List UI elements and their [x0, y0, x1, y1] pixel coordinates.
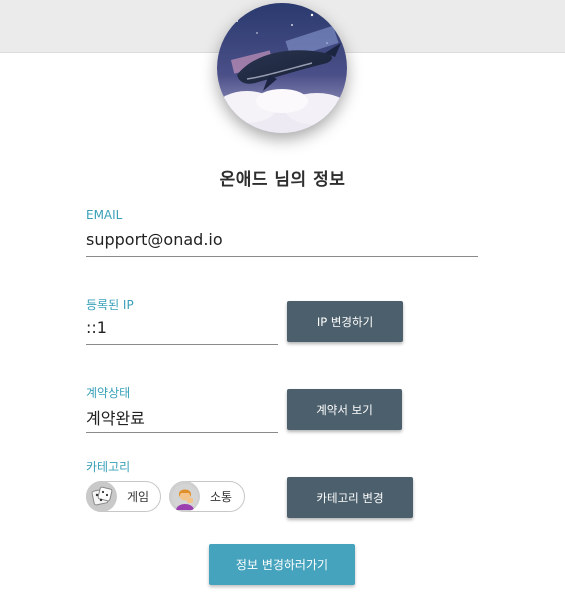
profile-avatar [217, 3, 347, 133]
view-contract-button[interactable]: 계약서 보기 [287, 389, 402, 430]
contract-value: 계약완료 [86, 409, 145, 428]
email-underline [86, 256, 478, 257]
dice-icon [86, 481, 117, 512]
contract-underline [86, 432, 278, 433]
email-value: support@onad.io [86, 230, 223, 249]
change-category-button[interactable]: 카테고리 변경 [287, 477, 413, 518]
person-talking-icon [169, 481, 200, 512]
ip-underline [86, 344, 278, 345]
category-chip-talk[interactable]: 소통 [169, 481, 245, 512]
ip-value: ::1 [86, 318, 107, 337]
email-label: EMAIL [86, 208, 123, 222]
whale-avatar-image [217, 3, 347, 133]
contract-label: 계약상태 [86, 386, 131, 400]
change-ip-button[interactable]: IP 변경하기 [287, 301, 403, 342]
chip-label-game: 게임 [127, 490, 150, 504]
chip-label-talk: 소통 [210, 490, 233, 504]
category-label: 카테고리 [86, 460, 131, 474]
category-chip-game[interactable]: 게임 [86, 481, 161, 512]
go-edit-info-button[interactable]: 정보 변경하러가기 [209, 544, 355, 585]
page-title: 온애드 님의 정보 [219, 170, 346, 190]
ip-label: 등록된 IP [86, 298, 134, 312]
